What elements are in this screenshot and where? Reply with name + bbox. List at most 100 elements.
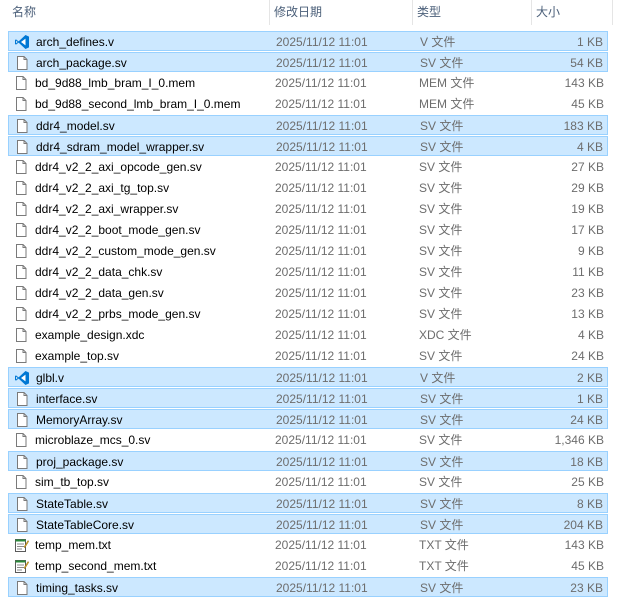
- file-size: 204 KB: [563, 518, 603, 532]
- file-row[interactable]: temp_second_mem.txt 2025/11/12 11:01 TXT 文…: [8, 556, 608, 576]
- file-date: 2025/11/12 11:01: [276, 413, 368, 427]
- vscode-icon: [14, 34, 30, 50]
- file-date: 2025/11/12 11:01: [276, 497, 368, 511]
- file-row[interactable]: timing_tasks.sv 2025/11/12 11:01 SV 文件 23 K…: [8, 577, 608, 597]
- file-name: ddr4_v2_2_custom_mode_gen.sv: [35, 244, 216, 258]
- file-row[interactable]: ddr4_v2_2_axi_opcode_gen.sv 2025/11/12 11…: [8, 157, 608, 177]
- file-row[interactable]: temp_mem.txt 2025/11/12 11:01 TXT 文件 143 KB: [8, 535, 608, 555]
- file-icon: [13, 432, 29, 448]
- file-type: SV 文件: [420, 140, 464, 154]
- file-name: ddr4_v2_2_axi_wrapper.sv: [35, 202, 179, 216]
- file-date: 2025/11/12 11:01: [276, 581, 368, 595]
- file-date: 2025/11/12 11:01: [276, 455, 368, 469]
- file-type: SV 文件: [420, 581, 464, 595]
- file-row[interactable]: ddr4_sdram_model_wrapper.sv 2025/11/12 11…: [8, 136, 608, 156]
- file-icon: [14, 580, 30, 596]
- file-icon: [13, 474, 29, 490]
- column-date-header[interactable]: 修改日期: [270, 0, 412, 25]
- file-type: SV 文件: [419, 223, 463, 237]
- file-name: MemoryArray.sv: [36, 413, 123, 427]
- file-row[interactable]: example_design.xdc 2025/11/12 11:01 XDC 文件…: [8, 325, 608, 345]
- column-size-label: 大小: [536, 5, 561, 19]
- file-icon: [13, 159, 29, 175]
- file-type: TXT 文件: [419, 559, 469, 573]
- file-type: MEM 文件: [419, 76, 475, 90]
- file-size: 1 KB: [576, 392, 603, 406]
- column-size-header[interactable]: 大小: [532, 0, 612, 25]
- file-type: SV 文件: [420, 392, 464, 406]
- file-row[interactable]: ddr4_model.sv 2025/11/12 11:01 SV 文件 183 KB: [8, 115, 608, 135]
- file-type: SV 文件: [420, 56, 464, 70]
- file-date: 2025/11/12 11:01: [275, 244, 367, 258]
- column-divider[interactable]: [612, 0, 613, 25]
- file-row[interactable]: ddr4_v2_2_custom_mode_gen.sv 2025/11/12 1…: [8, 241, 608, 261]
- file-row[interactable]: MemoryArray.sv 2025/11/12 11:01 SV 文件 24 KB: [8, 409, 608, 429]
- file-name: arch_package.sv: [36, 56, 127, 70]
- file-name: ddr4_v2_2_axi_opcode_gen.sv: [35, 160, 202, 174]
- file-icon: [14, 517, 30, 533]
- file-size: 54 KB: [570, 56, 603, 70]
- file-name: ddr4_v2_2_data_chk.sv: [35, 265, 163, 279]
- file-row[interactable]: ddr4_v2_2_data_gen.sv 2025/11/12 11:01 SV …: [8, 283, 608, 303]
- file-name: ddr4_v2_2_data_gen.sv: [35, 286, 164, 300]
- file-row[interactable]: bd_9d88_lmb_bram_I_0.mem 2025/11/12 11:01…: [8, 73, 608, 93]
- file-row[interactable]: interface.sv 2025/11/12 11:01 SV 文件 1 KB: [8, 388, 608, 408]
- file-row[interactable]: StateTable.sv 2025/11/12 11:01 SV 文件 8 KB: [8, 493, 608, 513]
- file-date: 2025/11/12 11:01: [276, 56, 368, 70]
- file-size: 45 KB: [571, 97, 604, 111]
- file-name: ddr4_sdram_model_wrapper.sv: [36, 140, 205, 154]
- file-type: V 文件: [420, 371, 456, 385]
- file-row[interactable]: bd_9d88_second_lmb_bram_I_0.mem 2025/11/1…: [8, 94, 608, 114]
- file-size: 1 KB: [576, 35, 603, 49]
- notepad-icon: [13, 558, 30, 574]
- file-row[interactable]: sim_tb_top.sv 2025/11/12 11:01 SV 文件 25 KB: [8, 472, 608, 492]
- file-type: XDC 文件: [419, 328, 472, 342]
- file-type: SV 文件: [419, 433, 463, 447]
- file-size: 9 KB: [577, 244, 604, 258]
- file-row[interactable]: arch_defines.v 2025/11/12 11:01 V 文件 1 KB: [8, 31, 608, 51]
- file-name: example_top.sv: [35, 349, 120, 363]
- file-name: ddr4_model.sv: [36, 119, 115, 133]
- file-row[interactable]: ddr4_v2_2_data_chk.sv 2025/11/12 11:01 SV …: [8, 262, 608, 282]
- column-header: 名称 ^ 修改日期 类型 大小: [0, 0, 626, 26]
- file-icon: [13, 348, 29, 364]
- file-icon: [13, 306, 29, 322]
- file-name: ddr4_v2_2_axi_tg_top.sv: [35, 181, 170, 195]
- column-type-header[interactable]: 类型: [413, 0, 531, 25]
- file-row[interactable]: microblaze_mcs_0.sv 2025/11/12 11:01 SV 文件…: [8, 430, 608, 450]
- file-date: 2025/11/12 11:01: [276, 518, 368, 532]
- file-row[interactable]: proj_package.sv 2025/11/12 11:01 SV 文件 18 K…: [8, 451, 608, 471]
- file-size: 19 KB: [571, 202, 604, 216]
- file-date: 2025/11/12 11:01: [275, 223, 367, 237]
- file-size: 143 KB: [564, 538, 604, 552]
- file-type: SV 文件: [419, 307, 463, 321]
- file-size: 8 KB: [576, 497, 603, 511]
- file-type: TXT 文件: [419, 538, 469, 552]
- file-name: interface.sv: [36, 392, 98, 406]
- file-row[interactable]: StateTableCore.sv 2025/11/12 11:01 SV 文件 20…: [8, 514, 608, 534]
- file-type: SV 文件: [420, 119, 464, 133]
- file-name: glbl.v: [36, 371, 65, 385]
- file-type: SV 文件: [420, 413, 464, 427]
- file-row[interactable]: example_top.sv 2025/11/12 11:01 SV 文件 24 KB: [8, 346, 608, 366]
- file-name: temp_mem.txt: [35, 538, 112, 552]
- file-date: 2025/11/12 11:01: [276, 371, 368, 385]
- vscode-icon: [14, 370, 30, 386]
- file-row[interactable]: arch_package.sv 2025/11/12 11:01 SV 文件 54 K…: [8, 52, 608, 72]
- file-row[interactable]: glbl.v 2025/11/12 11:01 V 文件 2 KB: [8, 367, 608, 387]
- file-icon: [14, 139, 30, 155]
- file-row[interactable]: ddr4_v2_2_boot_mode_gen.sv 2025/11/12 11:…: [8, 220, 608, 240]
- file-name: arch_defines.v: [36, 35, 115, 49]
- column-name-header[interactable]: 名称: [8, 0, 270, 25]
- file-icon: [13, 327, 29, 343]
- file-row[interactable]: ddr4_v2_2_axi_tg_top.sv 2025/11/12 11:01 S…: [8, 178, 608, 198]
- file-icon: [13, 222, 29, 238]
- file-date: 2025/11/12 11:01: [275, 286, 367, 300]
- file-type: SV 文件: [419, 349, 463, 363]
- file-row[interactable]: ddr4_v2_2_axi_wrapper.sv 2025/11/12 11:01…: [8, 199, 608, 219]
- file-size: 17 KB: [571, 223, 604, 237]
- sort-arrow-icon: ^: [133, 0, 137, 4]
- file-size: 23 KB: [570, 581, 603, 595]
- file-type: SV 文件: [420, 455, 464, 469]
- file-row[interactable]: ddr4_v2_2_prbs_mode_gen.sv 2025/11/12 11:…: [8, 304, 608, 324]
